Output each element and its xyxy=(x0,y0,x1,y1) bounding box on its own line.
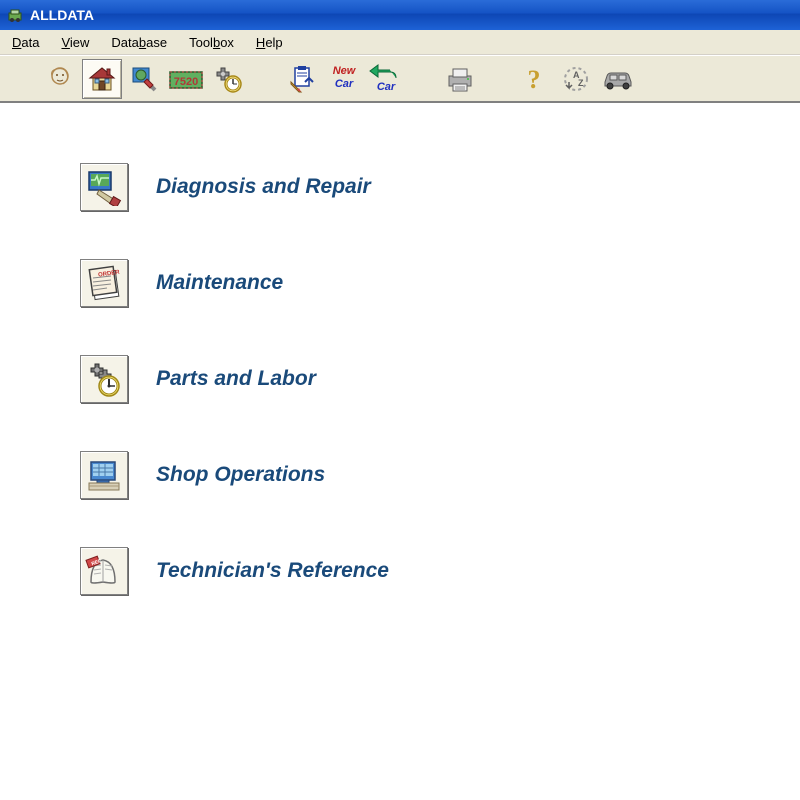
category-diagnosis-repair[interactable]: Diagnosis and Repair xyxy=(80,163,800,211)
category-maintenance[interactable]: ORDER Maintenance xyxy=(80,259,800,307)
car-icon[interactable] xyxy=(598,59,638,99)
menu-view[interactable]: View xyxy=(51,33,99,52)
menu-data[interactable]: Data xyxy=(2,33,49,52)
main-content: Diagnosis and Repair ORDER Maintenance xyxy=(0,103,800,595)
svg-text:Car: Car xyxy=(335,78,354,90)
category-label: Diagnosis and Repair xyxy=(156,175,371,199)
new-car-icon[interactable]: New Car xyxy=(324,59,364,99)
diagnosis-icon xyxy=(80,163,128,211)
home-icon[interactable] xyxy=(82,59,122,99)
head-icon[interactable] xyxy=(40,59,80,99)
help-icon[interactable]: ? xyxy=(514,59,554,99)
back-car-icon[interactable]: Car xyxy=(366,59,406,99)
app-icon xyxy=(6,6,24,24)
category-label: Parts and Labor xyxy=(156,367,316,391)
printer-icon[interactable] xyxy=(440,59,480,99)
window-title: ALLDATA xyxy=(30,7,94,23)
svg-text:Z: Z xyxy=(578,78,584,88)
menu-help[interactable]: Help xyxy=(246,33,293,52)
globe-tool-icon[interactable] xyxy=(124,59,164,99)
tech-reference-icon: REF xyxy=(80,547,128,595)
svg-text:7520: 7520 xyxy=(174,76,198,88)
category-shop-operations[interactable]: Shop Operations xyxy=(80,451,800,499)
category-label: Technician's Reference xyxy=(156,559,389,583)
menu-toolbox[interactable]: Toolbox xyxy=(179,33,244,52)
code-7520-icon[interactable]: 7520 xyxy=(166,59,206,99)
parts-labor-icon xyxy=(80,355,128,403)
svg-text:New: New xyxy=(333,65,357,77)
shop-operations-icon xyxy=(80,451,128,499)
sort-az-icon[interactable]: A Z xyxy=(556,59,596,99)
category-label: Maintenance xyxy=(156,271,283,295)
category-tech-reference[interactable]: REF Technician's Reference xyxy=(80,547,800,595)
title-bar: ALLDATA xyxy=(0,0,800,30)
clock-gears-icon[interactable] xyxy=(208,59,248,99)
category-label: Shop Operations xyxy=(156,463,325,487)
maintenance-icon: ORDER xyxy=(80,259,128,307)
clipboard-tool-icon[interactable] xyxy=(282,59,322,99)
menu-bar: Data View Database Toolbox Help xyxy=(0,30,800,55)
svg-text:Car: Car xyxy=(377,81,396,93)
toolbar: 7520 New Car xyxy=(0,55,800,103)
menu-database[interactable]: Database xyxy=(101,33,177,52)
svg-text:?: ? xyxy=(528,65,541,94)
category-parts-labor[interactable]: Parts and Labor xyxy=(80,355,800,403)
